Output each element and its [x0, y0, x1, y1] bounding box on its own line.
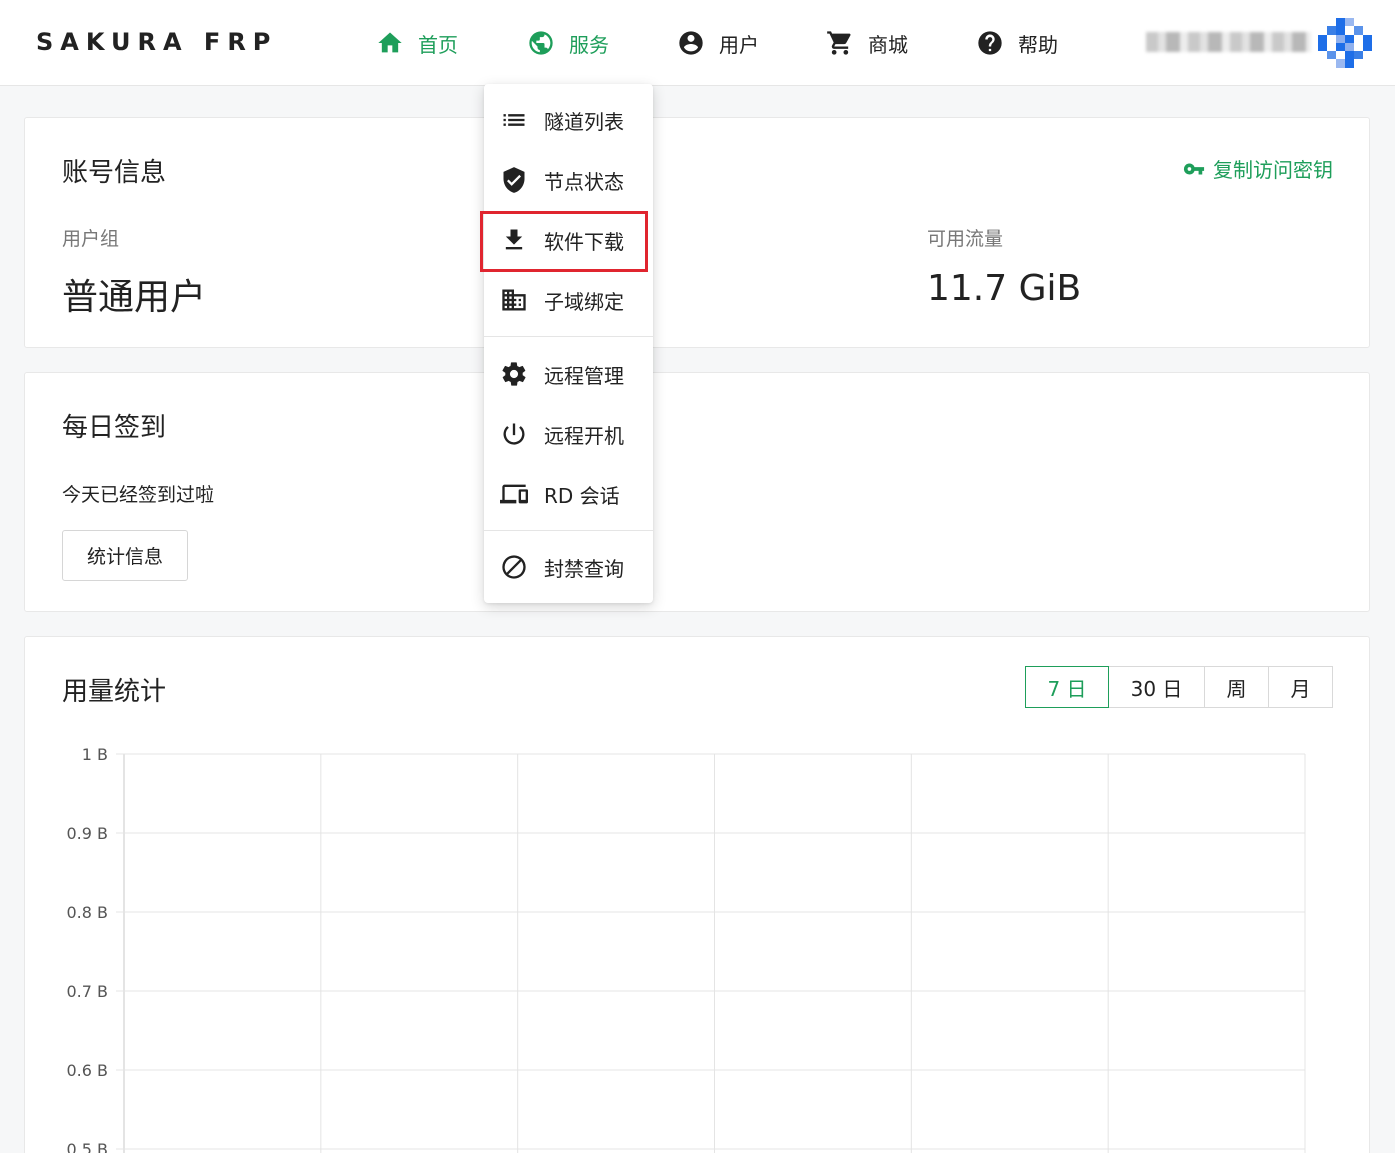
list-icon	[503, 114, 525, 126]
nav-service-label: 服务	[569, 32, 609, 57]
user-group-value: 普通用户	[62, 277, 207, 318]
menu-item-ban-query-label: 封禁查询	[544, 556, 624, 581]
domain-icon	[502, 289, 526, 311]
account-card: 账号信息 复制访问密钥 用户组 普通用户 可用流量 11.7 GiB	[24, 117, 1370, 348]
stats-button[interactable]: 统计信息	[62, 530, 188, 581]
account-circle-icon	[679, 31, 703, 55]
chart-y-tick-label: 0.9 B	[66, 824, 108, 843]
menu-item-remote-manage-label: 远程管理	[544, 363, 624, 388]
nav-shop[interactable]: 商城	[826, 24, 908, 62]
checkin-title: 每日签到	[62, 413, 167, 443]
nav-home-label: 首页	[418, 32, 458, 57]
menu-item-ban-query[interactable]: 封禁查询	[484, 539, 653, 595]
menu-item-rd-session[interactable]: RD 会话	[484, 466, 653, 522]
nav-home[interactable]: 首页	[376, 24, 458, 62]
download-icon	[505, 229, 523, 250]
menu-divider	[484, 530, 653, 531]
usage-card: 用量统计 7 日 30 日 周 月 1 B 0.9 B 0.8 B 0.7 B 0.6 …	[24, 636, 1370, 1153]
menu-item-remote-boot-label: 远程开机	[544, 423, 624, 448]
brand-logo[interactable]: SAKURA FRP	[36, 28, 277, 56]
globe-icon	[529, 31, 553, 55]
range-7d-button[interactable]: 7 日	[1025, 666, 1109, 708]
block-icon	[502, 555, 526, 579]
menu-item-remote-boot[interactable]: 远程开机	[484, 406, 653, 462]
menu-item-subdomain-label: 子域绑定	[544, 289, 624, 314]
user-group-label: 用户组	[62, 228, 120, 250]
menu-item-remote-manage[interactable]: 远程管理	[484, 346, 653, 402]
nav-shop-label: 商城	[868, 32, 908, 57]
nav-user-label: 用户	[719, 32, 759, 57]
menu-item-rd-session-label: RD 会话	[544, 483, 620, 508]
devices-icon	[500, 484, 528, 504]
copy-access-key-button[interactable]: 复制访问密钥	[1183, 154, 1333, 183]
help-circle-icon	[978, 31, 1002, 55]
service-dropdown-menu: 隧道列表 节点状态 软件下载 子域绑定 远程管理 远程开机 RD 会话 封禁查询	[484, 84, 653, 603]
power-icon	[503, 423, 525, 445]
username-blurred	[1146, 32, 1311, 52]
gear-icon	[502, 362, 526, 386]
key-icon	[1183, 163, 1205, 175]
top-navigation: SAKURA FRP 首页 服务 用户 商城 帮助	[0, 0, 1395, 86]
menu-item-nodes[interactable]: 节点状态	[484, 152, 653, 208]
cart-icon	[827, 31, 851, 55]
menu-item-download-label: 软件下载	[544, 229, 624, 254]
checkin-card: 每日签到 今天已经签到过啦 统计信息	[24, 372, 1370, 612]
usage-chart-svg: 1 B 0.9 B 0.8 B 0.7 B 0.6 B 0.5 B	[66, 745, 1306, 1153]
account-title: 账号信息	[62, 158, 167, 188]
nav-service[interactable]: 服务	[527, 24, 609, 62]
available-traffic-value: 11.7 GiB	[927, 268, 1082, 309]
chart-y-tick-label: 0.8 B	[66, 903, 108, 922]
nav-help-label: 帮助	[1018, 32, 1058, 57]
checkin-status: 今天已经签到过啦	[62, 484, 215, 506]
copy-access-key-label: 复制访问密钥	[1213, 158, 1333, 182]
menu-item-tunnels[interactable]: 隧道列表	[484, 92, 653, 148]
nav-help[interactable]: 帮助	[976, 24, 1058, 62]
chart-y-tick-label: 0.7 B	[66, 982, 108, 1001]
shield-check-icon	[503, 167, 525, 193]
menu-item-tunnels-label: 隧道列表	[544, 109, 624, 134]
menu-item-subdomain[interactable]: 子域绑定	[484, 272, 653, 328]
home-icon	[378, 32, 402, 53]
menu-divider	[484, 336, 653, 337]
available-traffic-label: 可用流量	[927, 228, 1004, 250]
menu-item-download[interactable]: 软件下载	[484, 212, 653, 268]
chart-y-tick-label: 1 B	[82, 745, 108, 764]
user-profile[interactable]	[1146, 18, 1376, 68]
chart-y-tick-label: 0.5 B	[66, 1140, 108, 1153]
avatar	[1318, 18, 1372, 68]
chart-y-tick-label: 0.6 B	[66, 1061, 108, 1080]
menu-item-nodes-label: 节点状态	[544, 169, 624, 194]
nav-user[interactable]: 用户	[677, 24, 759, 62]
